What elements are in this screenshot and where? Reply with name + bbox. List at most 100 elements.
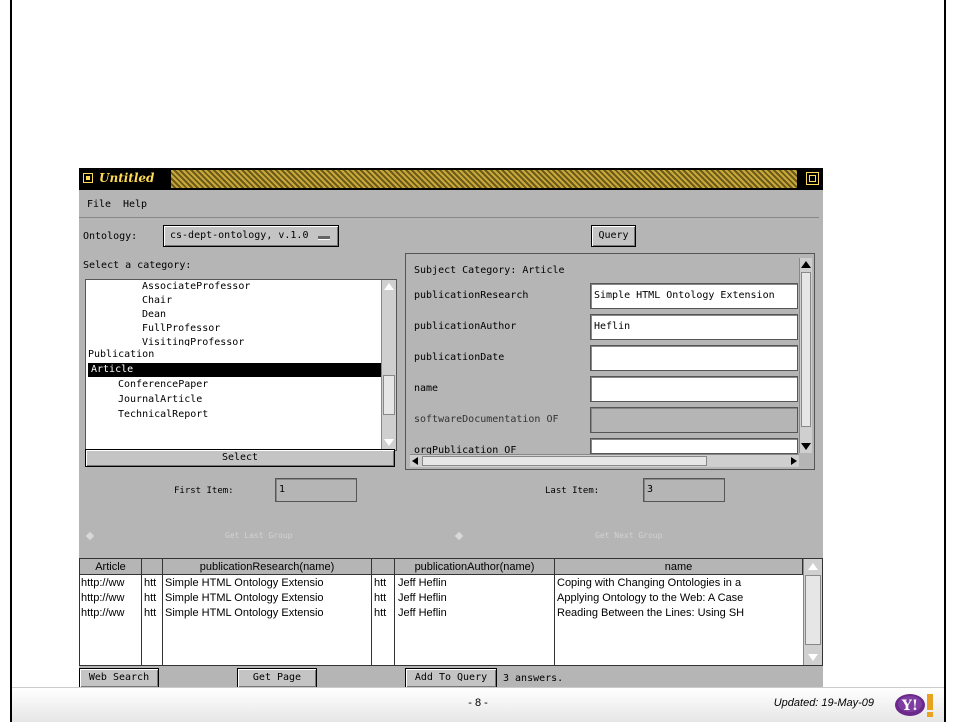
table-cell: http://ww (81, 577, 125, 589)
scroll-down-icon[interactable] (801, 443, 811, 450)
table-cell: htt (144, 607, 157, 619)
next-group-radio[interactable] (454, 531, 464, 541)
list-item-selected[interactable]: Article (88, 363, 387, 377)
scroll-thumb[interactable] (801, 272, 811, 427)
list-item[interactable]: TechnicalReport (88, 408, 208, 422)
scroll-up-icon[interactable] (808, 563, 818, 570)
property-value-field[interactable] (590, 345, 798, 371)
column-divider (162, 575, 163, 665)
property-label: publicationDate (414, 352, 505, 363)
scroll-right-icon[interactable] (791, 457, 797, 465)
maximize-icon[interactable] (806, 172, 819, 185)
last-item-value: 3 (647, 484, 654, 495)
table-cell: htt (374, 592, 387, 604)
property-value-field[interactable] (590, 376, 798, 402)
list-item[interactable]: ConferencePaper (88, 378, 208, 392)
column-header-blank[interactable] (372, 559, 395, 575)
table-cell: htt (374, 577, 387, 589)
get-page-button[interactable]: Get Page (237, 668, 317, 688)
answers-count: 3 answers. (503, 673, 564, 684)
slide-title: SHOE Text-based query interface (26, 76, 389, 102)
select-button[interactable]: Select (85, 449, 395, 467)
scroll-up-icon[interactable] (801, 261, 811, 268)
list-item[interactable]: Chair (88, 294, 172, 308)
property-label: publicationAuthor (414, 321, 517, 332)
table-cell: Jeff Heflin (398, 577, 447, 589)
shoe-query-window: Untitled File Help Ontology: cs-dept-ont… (79, 168, 823, 692)
last-group-radio[interactable] (85, 531, 95, 541)
list-item[interactable]: AssociateProfessor (88, 280, 250, 294)
list-item[interactable]: VisitingProfessor (88, 336, 244, 346)
table-cell: Jeff Heflin (398, 607, 447, 619)
property-value-field-disabled (590, 407, 798, 433)
results-table[interactable]: Article publicationResearch(name) public… (79, 558, 823, 666)
scroll-thumb[interactable] (805, 575, 821, 645)
last-item-label: Last Item: (545, 486, 600, 496)
option-menu-icon (318, 236, 330, 240)
table-cell: Jeff Heflin (398, 592, 447, 604)
list-item[interactable]: Dean (88, 308, 166, 322)
category-scrollbar[interactable] (381, 280, 396, 450)
ontology-select-value: cs-dept-ontology, v.1.0 (170, 230, 309, 241)
property-value-field[interactable]: Heflin (590, 314, 798, 340)
table-cell: Applying Ontology to the Web: A Case (557, 592, 744, 604)
updated-date: Updated: 19-May-09 (773, 697, 874, 709)
column-header-publication-author[interactable]: publicationAuthor(name) (395, 559, 555, 575)
table-cell: http://ww (81, 607, 125, 619)
table-cell: htt (144, 592, 157, 604)
ontology-select[interactable]: cs-dept-ontology, v.1.0 (163, 225, 339, 247)
column-header-publication-research[interactable]: publicationResearch(name) (163, 559, 372, 575)
list-item[interactable]: JournalArticle (88, 393, 202, 407)
property-value-field[interactable] (590, 438, 798, 454)
logo-text: Y! (901, 698, 918, 714)
scroll-thumb[interactable] (422, 456, 707, 466)
subject-horizontal-scrollbar[interactable] (410, 454, 799, 467)
list-item[interactable]: Publication (88, 348, 154, 362)
title-bar-hatch (171, 170, 797, 188)
table-cell: Reading Between the Lines: Using SH (557, 607, 745, 619)
add-to-query-button[interactable]: Add To Query (405, 668, 497, 688)
scroll-down-icon[interactable] (384, 439, 394, 446)
property-label: softwareDocumentation OF (414, 414, 559, 425)
table-cell: Simple HTML Ontology Extensio (165, 577, 324, 589)
yahoo-logo: Y! (895, 694, 933, 717)
menu-help[interactable]: Help (123, 199, 147, 210)
column-divider (141, 575, 142, 665)
column-header-blank[interactable] (142, 559, 163, 575)
web-search-button[interactable]: Web Search (79, 668, 159, 688)
table-cell: htt (144, 577, 157, 589)
get-next-group-button[interactable]: Get Next Group (595, 531, 662, 540)
column-divider (394, 575, 395, 665)
scroll-up-icon[interactable] (384, 283, 394, 290)
subject-heading: Subject Category: Article (414, 265, 565, 276)
slide-footer: - 8 - Updated: 19-May-09 Y! (12, 687, 944, 722)
menu-file[interactable]: File (87, 199, 111, 210)
scroll-thumb[interactable] (383, 375, 395, 415)
table-cell: http://ww (81, 592, 125, 604)
menu-bar: File Help (79, 192, 819, 218)
last-item-field[interactable]: 3 (643, 478, 725, 502)
query-button[interactable]: Query (591, 225, 636, 247)
first-item-label: First Item: (174, 486, 234, 496)
column-header-article[interactable]: Article (80, 559, 142, 575)
column-divider (554, 575, 555, 665)
ontology-label: Ontology: (83, 231, 138, 242)
category-list[interactable]: AssociateProfessor Chair Dean FullProfes… (85, 279, 397, 451)
subject-panel: Subject Category: Article publicationRes… (405, 253, 815, 470)
first-item-field[interactable]: 1 (275, 478, 357, 502)
list-item[interactable]: FullProfessor (88, 322, 220, 336)
property-value-field[interactable]: Simple HTML Ontology Extension (590, 283, 798, 309)
results-scrollbar[interactable] (803, 559, 822, 665)
scroll-left-icon[interactable] (412, 457, 418, 465)
column-header-name[interactable]: name (555, 559, 803, 575)
first-item-value: 1 (279, 484, 286, 495)
window-title: Untitled (99, 171, 155, 185)
get-last-group-button[interactable]: Get Last Group (225, 531, 292, 540)
window-menu-icon[interactable] (83, 173, 93, 183)
window-title-bar[interactable]: Untitled (79, 168, 823, 190)
property-label: publicationResearch (414, 290, 529, 301)
table-cell: Simple HTML Ontology Extensio (165, 592, 324, 604)
scroll-down-icon[interactable] (808, 654, 818, 661)
table-cell: htt (374, 607, 387, 619)
subject-vertical-scrollbar[interactable] (799, 258, 812, 453)
